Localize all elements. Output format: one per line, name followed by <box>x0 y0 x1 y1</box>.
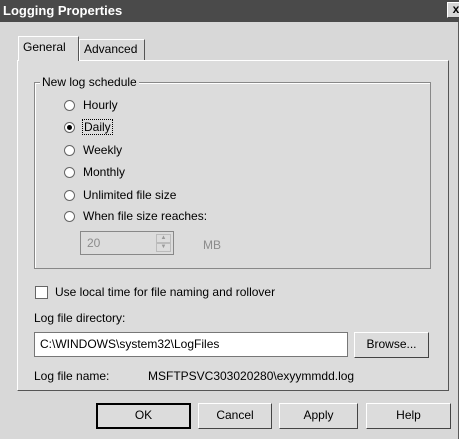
radio-selected-icon <box>64 121 75 133</box>
title-bar: Logging Properties x <box>0 0 459 22</box>
radio-file-size-label: When file size reaches: <box>83 209 208 223</box>
radio-file-size[interactable]: When file size reaches: <box>64 208 207 224</box>
close-button[interactable]: x <box>447 2 459 18</box>
radio-daily[interactable]: Daily <box>64 119 113 135</box>
radio-hourly[interactable]: Hourly <box>64 97 118 113</box>
tab-general[interactable]: General <box>18 36 79 61</box>
log-file-name-value: MSFTPSVC303020280\exyymmdd.log <box>148 369 355 383</box>
radio-circle-icon <box>64 144 75 156</box>
radio-circle-icon <box>64 189 75 201</box>
log-directory-label: Log file directory: <box>34 311 126 325</box>
radio-daily-label: Daily <box>82 119 113 135</box>
radio-monthly[interactable]: Monthly <box>64 164 125 180</box>
log-schedule-group-title: New log schedule <box>40 75 139 89</box>
apply-button[interactable]: Apply <box>279 403 358 429</box>
ok-button[interactable]: OK <box>96 403 191 429</box>
local-time-checkbox[interactable] <box>35 286 48 299</box>
spinner-up-icon[interactable]: ▲ <box>156 234 171 243</box>
browse-button[interactable]: Browse... <box>354 332 429 358</box>
log-directory-input[interactable]: C:\WINDOWS\system32\LogFiles <box>34 332 348 357</box>
radio-circle-icon <box>64 210 75 222</box>
log-file-name-label: Log file name: <box>34 369 110 383</box>
file-size-value: 20 <box>87 236 101 250</box>
radio-circle-icon <box>64 99 75 111</box>
file-size-unit: MB <box>203 238 221 252</box>
radio-hourly-label: Hourly <box>83 98 118 112</box>
radio-weekly[interactable]: Weekly <box>64 142 122 158</box>
local-time-label: Use local time for file naming and rollo… <box>55 285 276 299</box>
logging-properties-dialog: Logging Properties x General Advanced Ne… <box>0 0 459 439</box>
radio-unlimited-label: Unlimited file size <box>83 188 177 202</box>
radio-unlimited[interactable]: Unlimited file size <box>64 187 176 203</box>
radio-weekly-label: Weekly <box>83 143 123 157</box>
help-button[interactable]: Help <box>366 403 451 429</box>
cancel-button[interactable]: Cancel <box>198 403 272 429</box>
radio-circle-icon <box>64 166 75 178</box>
file-size-spinner[interactable]: 20 ▲ ▼ <box>80 231 174 255</box>
window-title: Logging Properties <box>3 3 123 18</box>
radio-monthly-label: Monthly <box>83 165 126 179</box>
tab-advanced[interactable]: Advanced <box>79 39 145 61</box>
spinner-down-icon[interactable]: ▼ <box>156 243 171 252</box>
